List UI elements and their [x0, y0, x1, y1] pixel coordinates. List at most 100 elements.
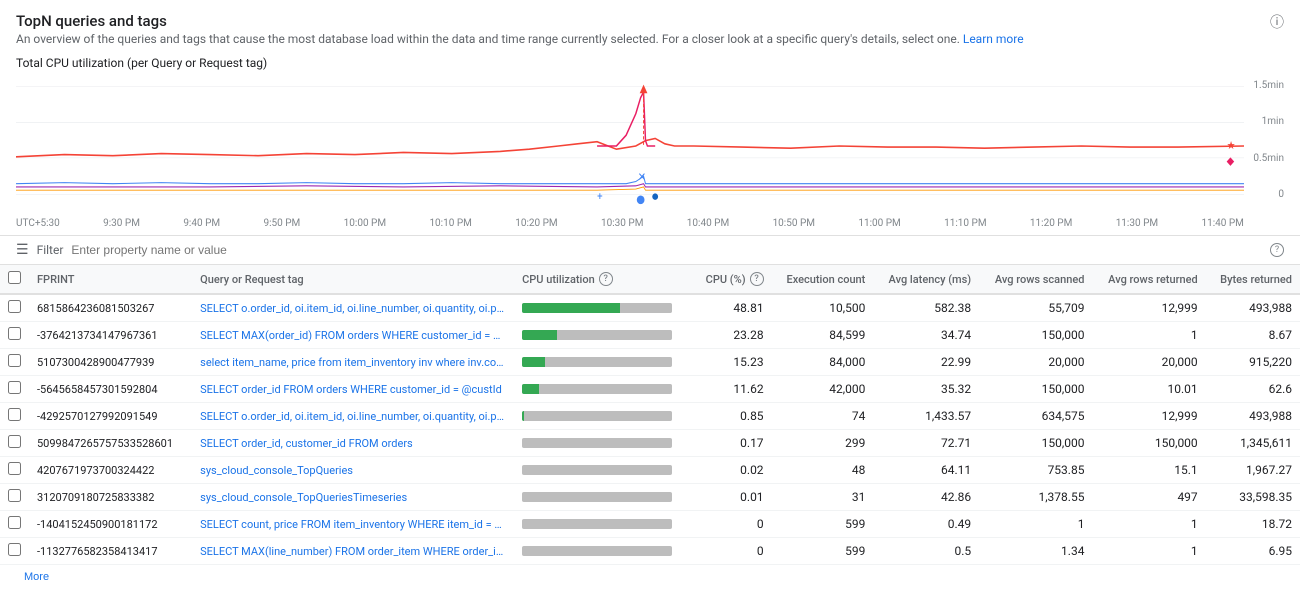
- query-cell[interactable]: SELECT MAX(line_number) FROM order_item …: [192, 538, 514, 565]
- x-label-12: 11:20 PM: [1030, 218, 1072, 229]
- row-checkbox[interactable]: [8, 408, 21, 421]
- query-cell[interactable]: SELECT count, price FROM item_inventory …: [192, 511, 514, 538]
- query-cell[interactable]: sys_cloud_console_TopQueriesTimeseries: [192, 484, 514, 511]
- x-label-11: 11:10 PM: [944, 218, 986, 229]
- cpu-pct-cell: 0: [692, 511, 771, 538]
- section-title: Total CPU utilization (per Query or Requ…: [0, 50, 1300, 76]
- exec-count-cell: 10,500: [772, 294, 874, 322]
- avg-latency-cell: 35.32: [873, 376, 979, 403]
- svg-text:◆: ◆: [1227, 154, 1235, 168]
- cpu-bar-cell: [514, 294, 692, 322]
- fprint-cell: 5099847265757533528601: [29, 430, 192, 457]
- y-axis-labels: 1.5min 1min 0.5min 0: [1253, 80, 1284, 200]
- table-row[interactable]: 4207671973700324422sys_cloud_console_Top…: [0, 457, 1300, 484]
- row-checkbox[interactable]: [8, 354, 21, 367]
- table-header-row: FPRINT Query or Request tag CPU utilizat…: [0, 265, 1300, 294]
- row-checkbox[interactable]: [8, 381, 21, 394]
- avg-rows-scanned-cell: 150,000: [979, 376, 1092, 403]
- cpu-pct-cell: 0.85: [692, 403, 771, 430]
- query-cell[interactable]: SELECT order_id FROM orders WHERE custom…: [192, 376, 514, 403]
- row-checkbox[interactable]: [8, 489, 21, 502]
- fprint-cell: 3120709180725833382: [29, 484, 192, 511]
- avg-rows-returned-cell: 1: [1092, 511, 1205, 538]
- bytes-returned-cell: 8.67: [1206, 322, 1300, 349]
- cpu-util-help-icon[interactable]: ?: [599, 272, 613, 286]
- query-cell[interactable]: SELECT order_id, customer_id FROM orders: [192, 430, 514, 457]
- row-checkbox-cell: [0, 376, 29, 403]
- bytes-returned-cell: 1,967.27: [1206, 457, 1300, 484]
- avg-rows-scanned-cell: 1: [979, 511, 1092, 538]
- avg-latency-cell: 22.99: [873, 349, 979, 376]
- chart-svg: ★ ◆ ✕ +: [16, 76, 1244, 216]
- query-cell[interactable]: SELECT o.order_id, oi.item_id, oi.line_n…: [192, 403, 514, 430]
- row-checkbox[interactable]: [8, 327, 21, 340]
- fprint-cell: 6815864236081503267: [29, 294, 192, 322]
- table-row[interactable]: -4292570127992091549SELECT o.order_id, o…: [0, 403, 1300, 430]
- th-cpu-util: CPU utilization ?: [514, 265, 692, 294]
- learn-more-link[interactable]: Learn more: [963, 32, 1024, 46]
- y-label-2: 1min: [1253, 116, 1284, 127]
- page-header: TopN queries and tags An overview of the…: [0, 0, 1300, 50]
- table-row[interactable]: 6815864236081503267SELECT o.order_id, oi…: [0, 294, 1300, 322]
- table-row[interactable]: -3764213734147967361SELECT MAX(order_id)…: [0, 322, 1300, 349]
- row-checkbox-cell: [0, 349, 29, 376]
- table-row[interactable]: 5107300428900477939select item_name, pri…: [0, 349, 1300, 376]
- cpu-bar-cell: [514, 403, 692, 430]
- fprint-cell: 5107300428900477939: [29, 349, 192, 376]
- table-row[interactable]: -5645658457301592804SELECT order_id FROM…: [0, 376, 1300, 403]
- avg-rows-returned-cell: 12,999: [1092, 403, 1205, 430]
- query-cell[interactable]: SELECT o.order_id, oi.item_id, oi.line_n…: [192, 294, 514, 322]
- th-bytes-returned: Bytes returned: [1206, 265, 1300, 294]
- row-checkbox[interactable]: [8, 300, 21, 313]
- bytes-returned-cell: 6.95: [1206, 538, 1300, 565]
- row-checkbox[interactable]: [8, 462, 21, 475]
- data-table: FPRINT Query or Request tag CPU utilizat…: [0, 265, 1300, 565]
- x-label-0: UTC+5:30: [16, 218, 60, 229]
- x-label-2: 9:40 PM: [183, 218, 220, 229]
- table-help-icon[interactable]: ?: [1270, 243, 1284, 257]
- bytes-returned-cell: 62.6: [1206, 376, 1300, 403]
- cpu-bar-cell: [514, 376, 692, 403]
- x-label-8: 10:40 PM: [687, 218, 729, 229]
- table-row[interactable]: -1404152450900181172SELECT count, price …: [0, 511, 1300, 538]
- bytes-returned-cell: 493,988: [1206, 294, 1300, 322]
- query-cell[interactable]: SELECT MAX(order_id) FROM orders WHERE c…: [192, 322, 514, 349]
- cpu-bar-cell: [514, 322, 692, 349]
- table-row[interactable]: 5099847265757533528601SELECT order_id, c…: [0, 430, 1300, 457]
- avg-rows-scanned-cell: 634,575: [979, 403, 1092, 430]
- filter-input[interactable]: [71, 243, 1260, 257]
- row-checkbox[interactable]: [8, 435, 21, 448]
- cpu-pct-help-icon[interactable]: ?: [750, 272, 764, 286]
- cpu-bar-cell: [514, 484, 692, 511]
- avg-rows-scanned-cell: 150,000: [979, 322, 1092, 349]
- avg-latency-cell: 64.11: [873, 457, 979, 484]
- row-checkbox-cell: [0, 430, 29, 457]
- exec-count-cell: 84,599: [772, 322, 874, 349]
- avg-rows-scanned-cell: 1.34: [979, 538, 1092, 565]
- y-label-4: 0: [1253, 189, 1284, 200]
- fprint-cell: -5645658457301592804: [29, 376, 192, 403]
- table-row[interactable]: 3120709180725833382sys_cloud_console_Top…: [0, 484, 1300, 511]
- x-label-4: 10:00 PM: [344, 218, 386, 229]
- query-cell[interactable]: select item_name, price from item_invent…: [192, 349, 514, 376]
- cpu-pct-cell: 0.17: [692, 430, 771, 457]
- cpu-bar-cell: [514, 457, 692, 484]
- th-cpu-pct: CPU (%) ?: [692, 265, 771, 294]
- table-row[interactable]: -1132776582358413417SELECT MAX(line_numb…: [0, 538, 1300, 565]
- select-all-checkbox[interactable]: [8, 271, 21, 284]
- info-icon[interactable]: ⓘ: [1270, 12, 1284, 32]
- exec-count-cell: 599: [772, 538, 874, 565]
- avg-rows-returned-cell: 10.01: [1092, 376, 1205, 403]
- row-checkbox-cell: [0, 538, 29, 565]
- more-button[interactable]: More: [16, 569, 57, 585]
- query-cell[interactable]: sys_cloud_console_TopQueries: [192, 457, 514, 484]
- bytes-returned-cell: 1,345,611: [1206, 430, 1300, 457]
- avg-latency-cell: 1,433.57: [873, 403, 979, 430]
- filter-label: Filter: [37, 243, 64, 257]
- row-checkbox[interactable]: [8, 543, 21, 556]
- fprint-cell: -3764213734147967361: [29, 322, 192, 349]
- avg-rows-scanned-cell: 1,378.55: [979, 484, 1092, 511]
- x-label-10: 11:00 PM: [858, 218, 900, 229]
- cpu-pct-cell: 15.23: [692, 349, 771, 376]
- row-checkbox[interactable]: [8, 516, 21, 529]
